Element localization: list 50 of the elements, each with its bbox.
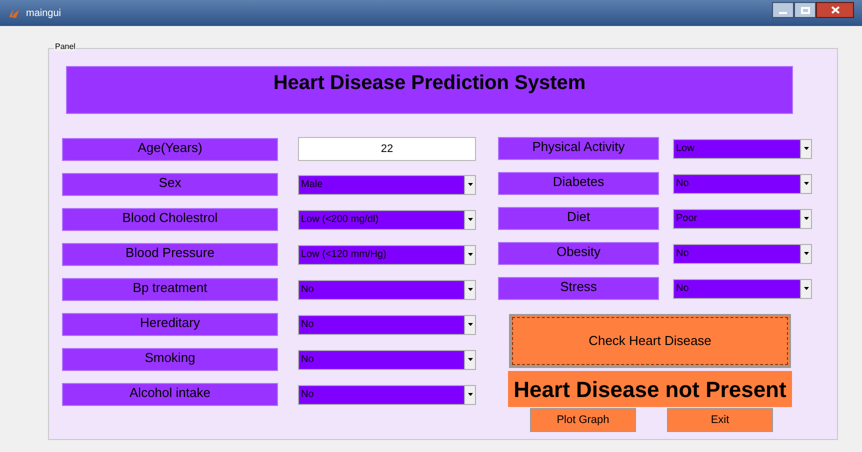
dropdown[interactable]: Poor — [673, 208, 812, 228]
result-text: Heart Disease not Present — [508, 371, 792, 407]
dropdown[interactable]: No — [673, 278, 812, 298]
field-label: Stress — [498, 277, 659, 300]
dropdown-value: No — [300, 354, 315, 364]
maximize-button[interactable] — [794, 2, 816, 18]
dropdown[interactable]: Low (<200 mg/dl) — [298, 210, 476, 230]
app-heading: Heart Disease Prediction System — [273, 71, 586, 96]
dropdown-value: No — [675, 284, 690, 294]
dropdown-value: No — [675, 248, 690, 258]
dropdown[interactable]: No — [298, 280, 476, 300]
field-label: Hereditary — [62, 313, 278, 336]
field-label: Blood Cholestrol — [62, 208, 278, 231]
dropdown[interactable]: No — [298, 350, 476, 370]
dropdown-value: Low (<120 mm/Hg) — [300, 250, 388, 260]
panel-title: Panel — [54, 43, 76, 51]
field-label: Sex — [62, 173, 278, 196]
action-button[interactable]: Exit — [667, 408, 773, 432]
field-label: Diet — [498, 207, 659, 230]
text-field[interactable]: 22 — [298, 137, 476, 161]
close-icon — [830, 6, 840, 14]
dropdown-value: No — [300, 284, 315, 294]
dropdown[interactable]: No — [298, 384, 476, 404]
dropdown-value: No — [675, 178, 690, 188]
dropdown-value: Male — [300, 180, 324, 190]
dropdown-value: No — [300, 320, 315, 330]
field-label: Diabetes — [498, 172, 659, 195]
dropdown[interactable]: Male — [298, 174, 476, 194]
field-label: Blood Pressure — [62, 243, 278, 266]
dropdown[interactable]: No — [673, 174, 812, 194]
check-heart-disease-button[interactable]: Check Heart Disease — [509, 314, 791, 368]
dropdown[interactable]: No — [298, 314, 476, 334]
dropdown-value: Poor — [675, 214, 698, 224]
field-label: Age(Years) — [62, 138, 278, 160]
field-label: Bp treatment — [62, 278, 278, 301]
dropdown-value: No — [300, 390, 315, 400]
dropdown[interactable]: Low (<120 mm/Hg) — [298, 244, 476, 264]
dropdown[interactable]: No — [673, 244, 812, 264]
dropdown-value: Low (<200 mg/dl) — [300, 214, 380, 224]
minimize-button[interactable] — [772, 2, 794, 18]
field-label: Physical Activity — [498, 137, 659, 160]
window-title: maingui — [26, 6, 62, 20]
dropdown[interactable]: Low — [673, 138, 812, 158]
field-label: Alcohol intake — [62, 383, 278, 406]
field-label: Obesity — [498, 242, 659, 265]
close-button[interactable] — [816, 2, 854, 18]
app-icon — [8, 7, 20, 19]
field-label: Smoking — [62, 348, 278, 371]
dropdown-value: Low — [675, 144, 696, 154]
action-button[interactable]: Plot Graph — [530, 408, 636, 432]
